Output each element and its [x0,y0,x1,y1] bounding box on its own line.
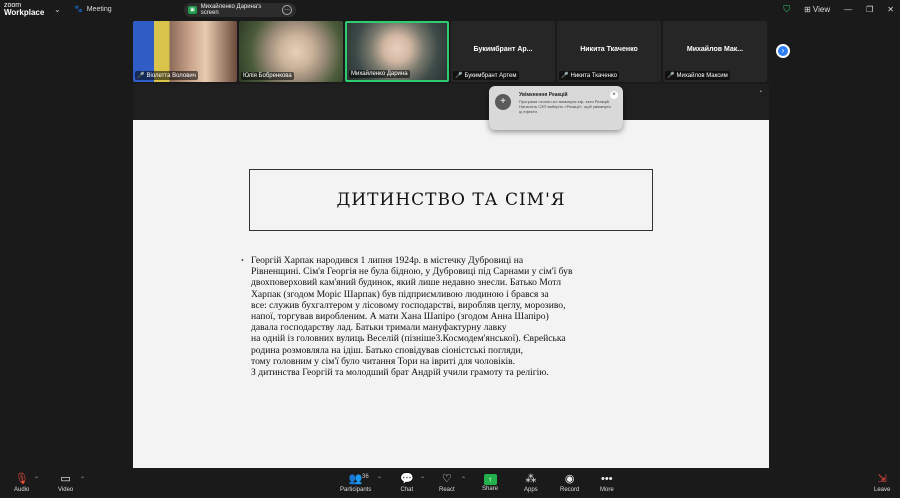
participant-tile[interactable]: Букимбрант Ар... 🎤 Букимбрант Артем [451,21,555,82]
more-icon: ••• [601,473,613,485]
more-button[interactable]: ••• More [600,472,614,493]
audio-button[interactable]: 🎙 Audio [14,472,29,493]
chat-icon: 💬 [400,473,414,485]
participant-tile[interactable]: Михайлов Мак... 🎤 Михайлов Максим [663,21,767,82]
mic-off-icon: 🎤 [561,73,569,79]
video-button[interactable]: ▭ Video [58,472,73,493]
apps-button[interactable]: ⁂ Apps [524,472,538,493]
slide-line: Харпак (згодом Моріс Шарпак) був підприє… [251,288,549,300]
meeting-toolbar: 🎙 Audio ⌃ ▭ Video ⌃ 👥 Participants 36 ⌃ … [0,470,900,498]
chevron-down-icon[interactable]: ⌄ [54,5,61,14]
top-bar: zoom Workplace ⌄ 🐾 Meeting ▣ Михайленко … [0,0,900,20]
screen-share-icon: ▣ [188,6,197,14]
share-button[interactable]: ↑ Share [482,472,498,492]
indicator-dot: • [760,89,762,95]
more-icon[interactable]: … [282,5,292,15]
mic-off-icon: 🎙 [14,473,29,485]
leave-button[interactable]: ⇲ Leave [874,472,890,493]
mic-off-icon: 🎤 [667,73,675,79]
slide-title: ДИТИНСТВО ТА СІМ'Я [336,190,566,210]
record-button[interactable]: ◉ Record [560,472,579,493]
participant-strip: 🎤 Віолетта Волович Юлія Бобренкова Михайл… [133,21,769,82]
slide-line: Георгій Харпак народився 1 липня 1924р. … [251,255,524,266]
slide-line: Рівненщині. Сім'я Георгія не була бідною… [251,266,573,278]
close-icon[interactable]: × [610,91,618,99]
slide-line: давала господарству лад. Батьки тримали … [251,322,507,334]
participants-count: 36 [362,474,369,480]
chevron-up-icon[interactable]: ⌃ [377,476,382,483]
minimize-icon[interactable]: — [844,5,852,14]
slide-line: на одній із головних вулиць Веселій (піз… [251,333,566,345]
slide-title-box: ДИТИНСТВО ТА СІМ'Я [249,169,653,231]
slide-body: • Георгій Харпак народився 1 липня 1924р… [241,255,671,379]
share-screen-icon: ↑ [483,474,497,485]
presentation-slide: ДИТИНСТВО ТА СІМ'Я • Георгій Харпак наро… [133,120,769,468]
leave-icon: ⇲ [877,473,887,485]
apps-icon: ⁂ [525,473,537,485]
video-camera-icon: ▭ [60,473,71,485]
heart-icon: ♡ [441,473,452,485]
slide-line: напої, торгував виробленим. А мати Хана … [251,311,549,323]
slide-line: все: служив бухгалтером у лісовому госпо… [251,299,566,311]
record-icon: ◉ [564,473,575,485]
slide-line: родина розмовляла на ідіш. Батько сповід… [251,344,524,356]
shared-screen: ДИТИНСТВО ТА СІМ'Я • Георгій Харпак наро… [133,84,769,468]
reactions-notification[interactable]: + Увімкнення Реакцій Програма «zoom.us» … [489,86,623,130]
slide-line: тому головним у сім'ї було читання Тори … [251,355,516,367]
slide-line: З дитинства Георгій та молодший брат Анд… [251,367,549,379]
participant-tile[interactable]: 🎤 Віолетта Волович [133,21,237,82]
screen-share-indicator[interactable]: ▣ Михайленко Дарина's screen … [184,3,296,17]
paw-icon: 🐾 [74,6,83,13]
mic-off-icon: 🎤 [455,73,463,79]
participant-tile[interactable]: Никита Ткаченко 🎤 Никита Ткаченко [557,21,661,82]
bullet: • [241,256,244,265]
react-button[interactable]: ♡ React [439,472,455,493]
view-button[interactable]: ⊞ View [804,5,830,14]
slide-line: двохповерховий кам'яний будинок, який ли… [251,277,562,289]
chevron-up-icon[interactable]: ⌃ [80,476,85,483]
restore-icon[interactable]: ❐ [866,5,873,14]
plus-icon: + [495,94,511,110]
zoom-logo: zoom Workplace [4,2,45,17]
participant-tile-active[interactable]: Михайленко Дарина [345,21,449,82]
next-page-icon[interactable]: › [776,44,790,58]
mic-off-icon: 🎤 [137,73,145,79]
window-controls: ⛉ ⊞ View — ❐ ✕ [783,4,894,15]
meeting-label[interactable]: 🐾 Meeting [74,5,112,14]
shield-icon[interactable]: ⛉ [783,4,790,15]
chevron-up-icon[interactable]: ⌃ [420,476,425,483]
chevron-up-icon[interactable]: ⌃ [34,476,39,483]
participant-tile[interactable]: Юлія Бобренкова [239,21,343,82]
chat-button[interactable]: 💬 Chat [400,472,414,493]
participants-icon: 👥 [348,473,363,485]
chevron-up-icon[interactable]: ⌃ [461,476,466,483]
close-icon[interactable]: ✕ [887,5,894,14]
